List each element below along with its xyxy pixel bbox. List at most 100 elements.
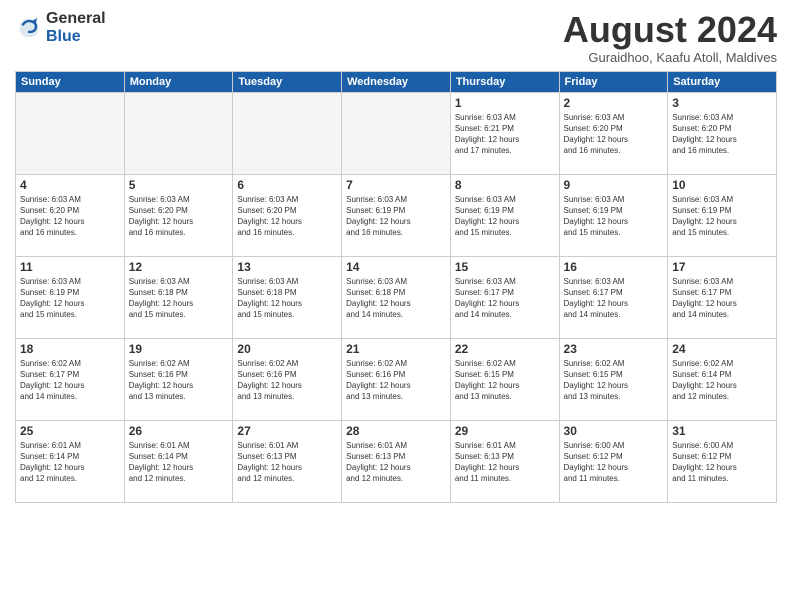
day-number: 13: [237, 260, 337, 274]
table-row: 1 Sunrise: 6:03 AM Sunset: 6:21 PM Daylig…: [450, 92, 559, 174]
day-info: Sunrise: 6:02 AM Sunset: 6:15 PM Dayligh…: [564, 358, 664, 403]
day-number: 3: [672, 96, 772, 110]
day-info: Sunrise: 6:00 AM Sunset: 6:12 PM Dayligh…: [564, 440, 664, 485]
day-number: 26: [129, 424, 229, 438]
day-number: 6: [237, 178, 337, 192]
day-number: 27: [237, 424, 337, 438]
table-row: 16 Sunrise: 6:03 AM Sunset: 6:17 PM Dayli…: [559, 256, 668, 338]
subtitle: Guraidhoo, Kaafu Atoll, Maldives: [563, 50, 777, 65]
day-number: 9: [564, 178, 664, 192]
day-info: Sunrise: 6:02 AM Sunset: 6:17 PM Dayligh…: [20, 358, 120, 403]
table-row: 21 Sunrise: 6:02 AM Sunset: 6:16 PM Dayli…: [342, 338, 451, 420]
day-number: 4: [20, 178, 120, 192]
table-row: 27Sunrise: 6:01 AM Sunset: 6:13 PM Dayli…: [233, 420, 342, 502]
header-saturday: Saturday: [668, 71, 777, 92]
table-row: 30 Sunrise: 6:00 AM Sunset: 6:12 PM Dayli…: [559, 420, 668, 502]
day-info: Sunrise: 6:01 AM Sunset: 6:13 PM Dayligh…: [455, 440, 555, 485]
table-row: [16, 92, 125, 174]
day-number: 21: [346, 342, 446, 356]
day-info: Sunrise: 6:00 AM Sunset: 6:12 PM Dayligh…: [672, 440, 772, 485]
table-row: 17 Sunrise: 6:03 AM Sunset: 6:17 PM Dayli…: [668, 256, 777, 338]
day-info: Sunrise: 6:01 AM Sunset: 6:13 PM Dayligh…: [346, 440, 446, 485]
calendar: Sunday Monday Tuesday Wednesday Thursday…: [15, 71, 777, 503]
day-number: 8: [455, 178, 555, 192]
table-row: 15Sunrise: 6:03 AM Sunset: 6:17 PM Dayli…: [450, 256, 559, 338]
week-row-1: 1 Sunrise: 6:03 AM Sunset: 6:21 PM Daylig…: [16, 92, 777, 174]
logo: General Blue: [15, 10, 106, 45]
day-number: 20: [237, 342, 337, 356]
header-tuesday: Tuesday: [233, 71, 342, 92]
table-row: 9 Sunrise: 6:03 AM Sunset: 6:19 PM Daylig…: [559, 174, 668, 256]
weekday-header-row: Sunday Monday Tuesday Wednesday Thursday…: [16, 71, 777, 92]
day-number: 23: [564, 342, 664, 356]
table-row: 26Sunrise: 6:01 AM Sunset: 6:14 PM Dayli…: [124, 420, 233, 502]
table-row: 24 Sunrise: 6:02 AM Sunset: 6:14 PM Dayli…: [668, 338, 777, 420]
day-info: Sunrise: 6:03 AM Sunset: 6:20 PM Dayligh…: [672, 112, 772, 157]
table-row: 31 Sunrise: 6:00 AM Sunset: 6:12 PM Dayli…: [668, 420, 777, 502]
table-row: 25 Sunrise: 6:01 AM Sunset: 6:14 PM Dayli…: [16, 420, 125, 502]
day-number: 25: [20, 424, 120, 438]
table-row: [342, 92, 451, 174]
header-monday: Monday: [124, 71, 233, 92]
header-friday: Friday: [559, 71, 668, 92]
day-number: 10: [672, 178, 772, 192]
logo-text: General Blue: [46, 10, 106, 45]
day-info: Sunrise: 6:03 AM Sunset: 6:18 PM Dayligh…: [346, 276, 446, 321]
table-row: 5Sunrise: 6:03 AM Sunset: 6:20 PM Daylig…: [124, 174, 233, 256]
day-info: Sunrise: 6:02 AM Sunset: 6:16 PM Dayligh…: [346, 358, 446, 403]
table-row: 18Sunrise: 6:02 AM Sunset: 6:17 PM Dayli…: [16, 338, 125, 420]
table-row: 11Sunrise: 6:03 AM Sunset: 6:19 PM Dayli…: [16, 256, 125, 338]
day-info: Sunrise: 6:03 AM Sunset: 6:17 PM Dayligh…: [672, 276, 772, 321]
table-row: 19Sunrise: 6:02 AM Sunset: 6:16 PM Dayli…: [124, 338, 233, 420]
table-row: 4Sunrise: 6:03 AM Sunset: 6:20 PM Daylig…: [16, 174, 125, 256]
week-row-2: 4 Sunrise: 6:03 AM Sunset: 6:20 PM Daylig…: [16, 174, 777, 256]
day-info: Sunrise: 6:03 AM Sunset: 6:18 PM Dayligh…: [129, 276, 229, 321]
day-info: Sunrise: 6:03 AM Sunset: 6:19 PM Dayligh…: [564, 194, 664, 239]
month-title: August 2024: [563, 10, 777, 50]
day-number: 11: [20, 260, 120, 274]
table-row: 7Sunrise: 6:03 AM Sunset: 6:19 PM Daylig…: [342, 174, 451, 256]
day-number: 28: [346, 424, 446, 438]
day-number: 22: [455, 342, 555, 356]
day-info: Sunrise: 6:03 AM Sunset: 6:19 PM Dayligh…: [346, 194, 446, 239]
day-number: 15: [455, 260, 555, 274]
day-number: 31: [672, 424, 772, 438]
table-row: 23 Sunrise: 6:02 AM Sunset: 6:15 PM Dayli…: [559, 338, 668, 420]
logo-icon: [15, 14, 43, 42]
day-number: 16: [564, 260, 664, 274]
header: General Blue August 2024 Guraidhoo, Kaaf…: [15, 10, 777, 65]
logo-general: General: [46, 10, 106, 28]
week-row-5: 25 Sunrise: 6:01 AM Sunset: 6:14 PM Dayli…: [16, 420, 777, 502]
day-number: 1: [455, 96, 555, 110]
day-info: Sunrise: 6:03 AM Sunset: 6:20 PM Dayligh…: [237, 194, 337, 239]
table-row: 14Sunrise: 6:03 AM Sunset: 6:18 PM Dayli…: [342, 256, 451, 338]
day-number: 30: [564, 424, 664, 438]
day-number: 12: [129, 260, 229, 274]
table-row: 2 Sunrise: 6:03 AM Sunset: 6:20 PM Daylig…: [559, 92, 668, 174]
day-number: 2: [564, 96, 664, 110]
day-number: 17: [672, 260, 772, 274]
day-info: Sunrise: 6:02 AM Sunset: 6:14 PM Dayligh…: [672, 358, 772, 403]
day-info: Sunrise: 6:03 AM Sunset: 6:17 PM Dayligh…: [564, 276, 664, 321]
day-number: 5: [129, 178, 229, 192]
table-row: [233, 92, 342, 174]
table-row: 12 Sunrise: 6:03 AM Sunset: 6:18 PM Dayli…: [124, 256, 233, 338]
day-info: Sunrise: 6:03 AM Sunset: 6:21 PM Dayligh…: [455, 112, 555, 157]
day-number: 29: [455, 424, 555, 438]
day-info: Sunrise: 6:02 AM Sunset: 6:16 PM Dayligh…: [237, 358, 337, 403]
week-row-3: 11Sunrise: 6:03 AM Sunset: 6:19 PM Dayli…: [16, 256, 777, 338]
table-row: 13Sunrise: 6:03 AM Sunset: 6:18 PM Dayli…: [233, 256, 342, 338]
table-row: 3 Sunrise: 6:03 AM Sunset: 6:20 PM Daylig…: [668, 92, 777, 174]
title-block: August 2024 Guraidhoo, Kaafu Atoll, Mald…: [563, 10, 777, 65]
day-info: Sunrise: 6:03 AM Sunset: 6:20 PM Dayligh…: [564, 112, 664, 157]
table-row: 20 Sunrise: 6:02 AM Sunset: 6:16 PM Dayli…: [233, 338, 342, 420]
table-row: 8 Sunrise: 6:03 AM Sunset: 6:19 PM Daylig…: [450, 174, 559, 256]
day-info: Sunrise: 6:02 AM Sunset: 6:16 PM Dayligh…: [129, 358, 229, 403]
day-info: Sunrise: 6:01 AM Sunset: 6:14 PM Dayligh…: [20, 440, 120, 485]
day-number: 24: [672, 342, 772, 356]
table-row: 22Sunrise: 6:02 AM Sunset: 6:15 PM Dayli…: [450, 338, 559, 420]
table-row: 29 Sunrise: 6:01 AM Sunset: 6:13 PM Dayli…: [450, 420, 559, 502]
table-row: 6 Sunrise: 6:03 AM Sunset: 6:20 PM Daylig…: [233, 174, 342, 256]
logo-blue: Blue: [46, 28, 106, 46]
day-info: Sunrise: 6:03 AM Sunset: 6:19 PM Dayligh…: [455, 194, 555, 239]
